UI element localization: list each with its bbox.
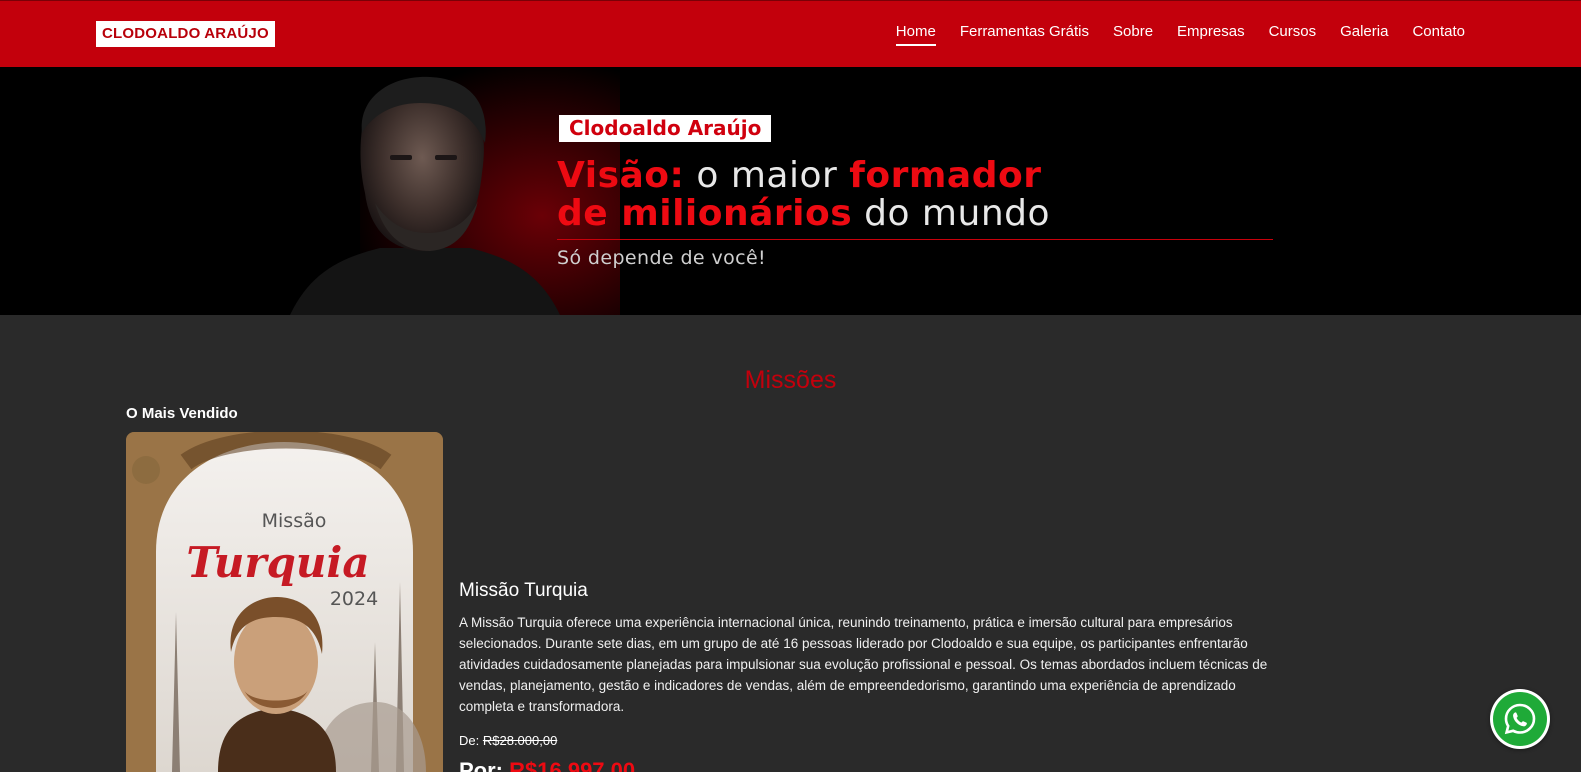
main-nav: Home Ferramentas Grátis Sobre Empresas C… — [895, 23, 1465, 46]
section-title: Missões — [744, 366, 837, 394]
hero-headline-white-1: o maior — [684, 155, 850, 196]
price-old-label: De: — [459, 733, 480, 748]
nav-sobre[interactable]: Sobre — [1113, 23, 1153, 46]
price-old-value: R$28.000,00 — [482, 733, 558, 748]
site-logo[interactable]: CLODOALDO ARAÚJO — [96, 21, 275, 47]
nav-contato[interactable]: Contato — [1412, 23, 1465, 46]
nav-ferramentas-gratis[interactable]: Ferramentas Grátis — [960, 23, 1089, 46]
price-new: Por: R$16.997,00 — [459, 758, 635, 772]
nav-empresas[interactable]: Empresas — [1177, 23, 1245, 46]
hero-headline-white-2: do mundo — [852, 193, 1051, 234]
hero-headline-red-1: Visão: — [557, 155, 685, 196]
nav-galeria[interactable]: Galeria — [1340, 23, 1388, 46]
product-image[interactable]: Missão Turquia 2024 — [126, 432, 443, 772]
whatsapp-button[interactable] — [1490, 689, 1550, 749]
price-new-label: Por: — [459, 758, 503, 772]
image-title-main: Turquia — [186, 538, 369, 587]
hero-headline-line2: de milionários do mundo — [557, 195, 1050, 233]
hero-divider — [557, 239, 1273, 240]
product-name[interactable]: Missão Turquia — [459, 580, 588, 602]
whatsapp-icon — [1493, 692, 1547, 746]
product-image-art: Missão Turquia 2024 — [126, 432, 443, 772]
hero-subtitle: Só depende de você! — [557, 247, 767, 269]
hero-headline-red-2: formador — [849, 155, 1042, 196]
hero-headline-red-3: de milionários — [557, 193, 853, 234]
price-new-value: R$16.997,00 — [509, 758, 636, 772]
nav-cursos[interactable]: Cursos — [1269, 23, 1317, 46]
hero-headline-line1: Visão: o maior formador — [557, 157, 1041, 195]
nav-home[interactable]: Home — [895, 23, 936, 46]
image-title-year: 2024 — [330, 588, 378, 610]
hero-name-badge: Clodoaldo Araújo — [559, 115, 772, 142]
best-seller-label: O Mais Vendido — [126, 405, 238, 422]
price-old: De: R$28.000,00 — [459, 733, 557, 748]
product-description: A Missão Turquia oferece uma experiência… — [459, 615, 1268, 714]
hero-portrait-image — [290, 76, 560, 315]
hero-banner: Clodoaldo Araújo Visão: o maior formador… — [0, 67, 1581, 315]
top-navbar: CLODOALDO ARAÚJO Home Ferramentas Grátis… — [0, 0, 1581, 67]
image-title-top: Missão — [262, 510, 327, 532]
